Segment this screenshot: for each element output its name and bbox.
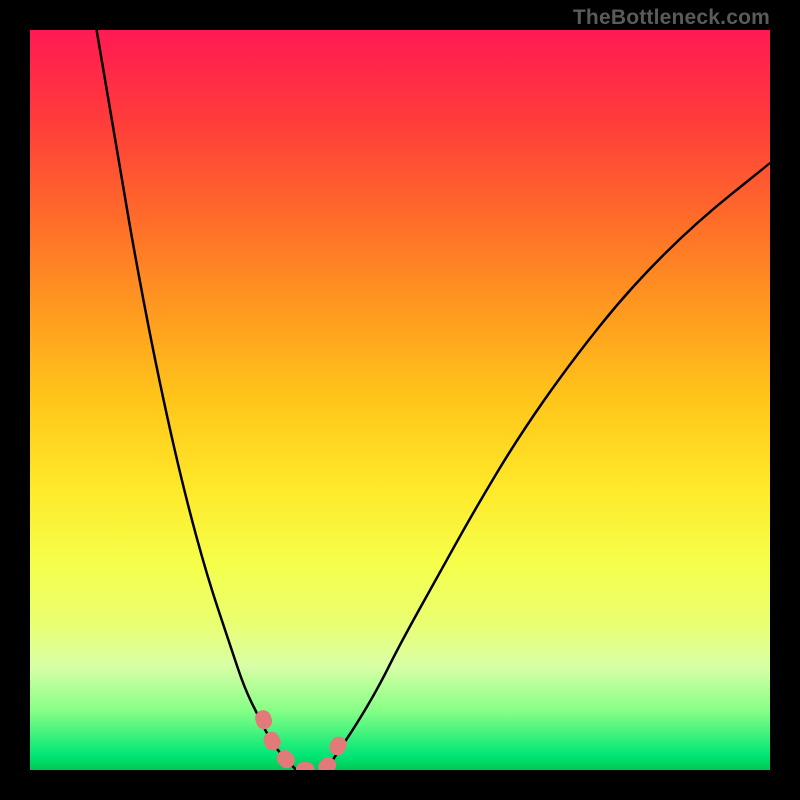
series-group (97, 30, 770, 770)
plot-area (30, 30, 770, 770)
curves-svg (30, 30, 770, 770)
left-curve-path (97, 30, 297, 770)
highlight-path (263, 718, 341, 770)
right-curve-path (326, 163, 770, 770)
chart-frame: TheBottleneck.com (0, 0, 800, 800)
watermark-text: TheBottleneck.com (573, 6, 770, 30)
